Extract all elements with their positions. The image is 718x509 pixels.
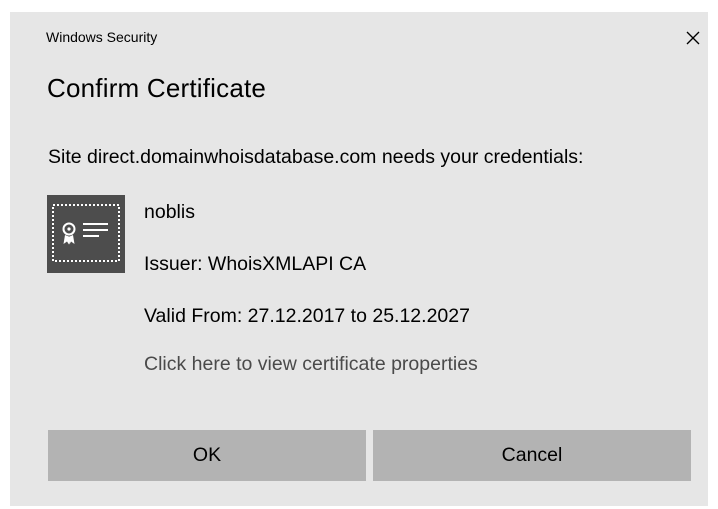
ok-button[interactable]: OK xyxy=(48,430,366,481)
certificate-validity: Valid From: 27.12.2017 to 25.12.2027 xyxy=(144,305,470,327)
certificate-issuer: Issuer: WhoisXMLAPI CA xyxy=(144,253,367,275)
cancel-button[interactable]: Cancel xyxy=(373,430,691,481)
credentials-prompt: Site direct.domainwhoisdatabase.com need… xyxy=(48,146,584,168)
windows-security-dialog: Windows Security Confirm Certificate Sit… xyxy=(10,12,708,506)
window-title: Windows Security xyxy=(46,29,158,45)
dialog-heading: Confirm Certificate xyxy=(47,73,267,103)
certificate-icon xyxy=(47,195,125,273)
certificate-name: noblis xyxy=(144,201,195,223)
close-icon xyxy=(686,31,700,45)
close-button[interactable] xyxy=(681,26,705,50)
view-certificate-properties-link[interactable]: Click here to view certificate propertie… xyxy=(144,353,478,376)
